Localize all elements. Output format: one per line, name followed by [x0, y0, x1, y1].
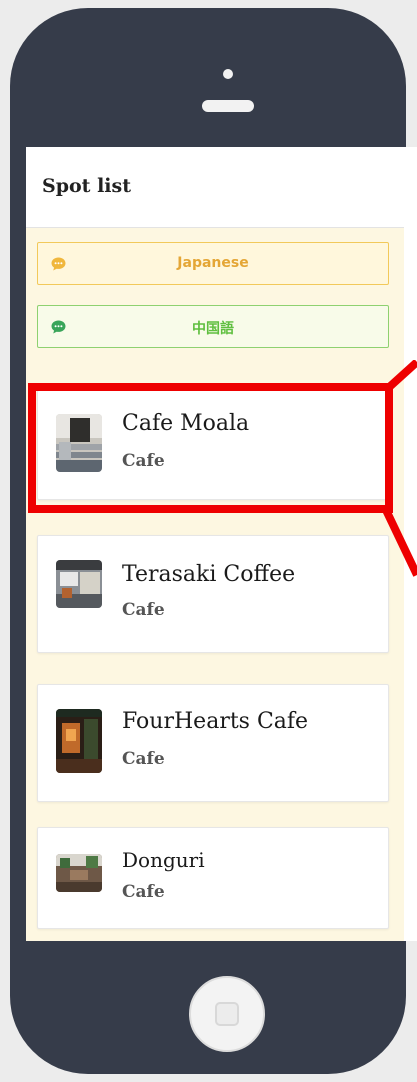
spot-card-terasaki-coffee[interactable]: Terasaki Coffee Cafe — [37, 535, 389, 653]
spot-thumbnail — [56, 854, 102, 892]
camera-dot — [223, 69, 233, 79]
japanese-language-button[interactable]: Japanese — [37, 242, 389, 285]
spot-thumbnail — [56, 560, 102, 608]
spot-category: Cafe — [122, 600, 165, 620]
callout-lines — [382, 360, 417, 577]
app-header: Spot list — [26, 147, 404, 228]
spot-category: Cafe — [122, 882, 165, 902]
spot-card-fourhearts-cafe[interactable]: FourHearts Cafe Cafe — [37, 684, 389, 802]
page-title: Spot list — [42, 175, 131, 197]
highlight-box — [28, 383, 393, 513]
spot-name: Terasaki Coffee — [122, 562, 296, 587]
spot-name: Donguri — [122, 848, 205, 872]
chinese-button-label: 中国語 — [192, 321, 234, 337]
japanese-button-label: Japanese — [177, 255, 249, 271]
app-screen: Spot list Japanese 中国語 Cafe Moala Cafe T… — [26, 147, 404, 941]
speaker-grill — [202, 100, 254, 112]
spot-card-donguri[interactable]: Donguri Cafe — [37, 827, 389, 929]
spot-thumbnail — [56, 709, 102, 773]
home-button[interactable] — [189, 976, 265, 1052]
home-square-icon — [215, 1002, 239, 1026]
spot-name: FourHearts Cafe — [122, 709, 309, 734]
spot-category: Cafe — [122, 749, 165, 769]
chinese-language-button[interactable]: 中国語 — [37, 305, 389, 348]
